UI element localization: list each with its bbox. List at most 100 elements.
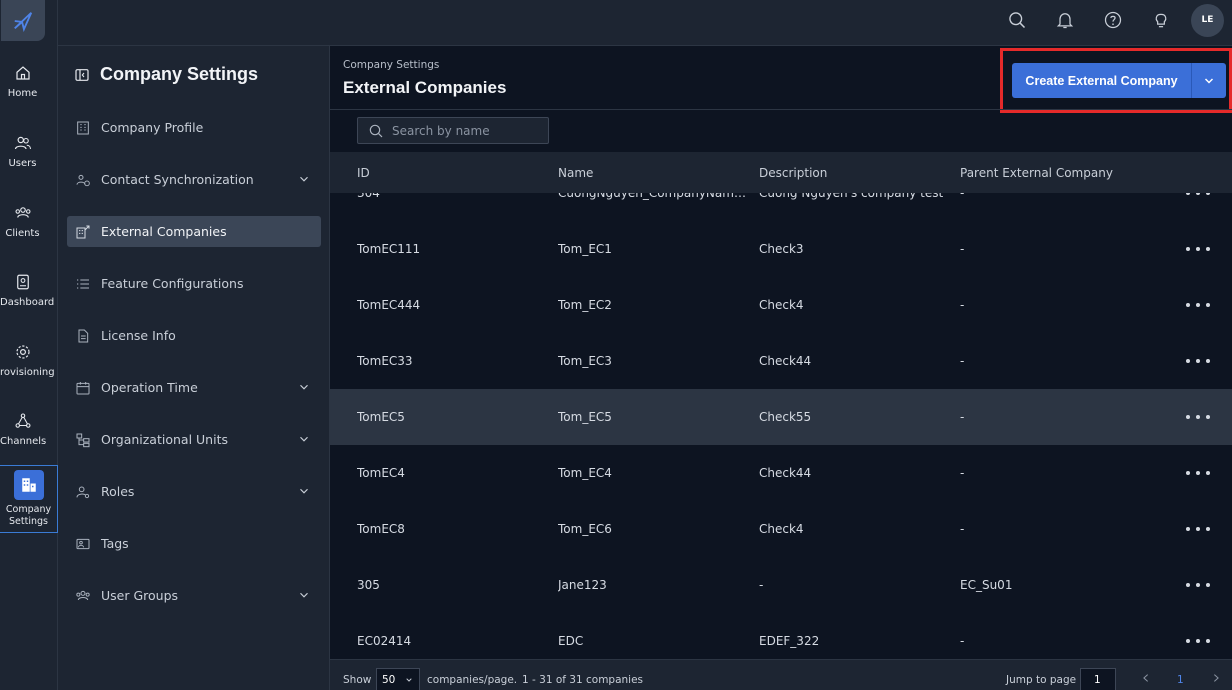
sidebar-item-label: External Companies [101, 224, 227, 239]
page-title: External Companies [343, 78, 507, 97]
chevron-down-icon [300, 592, 308, 598]
row-actions-icon[interactable] [1186, 523, 1210, 535]
help-button[interactable] [1089, 0, 1137, 40]
jump-to-page-input[interactable]: 1 [1080, 668, 1116, 690]
breadcrumb[interactable]: Company Settings [343, 59, 439, 71]
sidebar-item-external-companies[interactable]: External Companies [67, 216, 321, 247]
sidebar-item-roles[interactable]: Roles [67, 476, 321, 507]
channels-icon [15, 413, 31, 428]
lightbulb-icon [1155, 13, 1167, 28]
sidebar-item-license-info[interactable]: License Info [67, 320, 321, 351]
rail-item-users[interactable]: Users [0, 134, 45, 169]
row-actions-icon[interactable] [1186, 467, 1210, 479]
row-actions-icon[interactable] [1186, 243, 1210, 255]
rail-item-provisioning[interactable]: rovisioning [0, 343, 55, 378]
rail-item-clients[interactable]: Clients [0, 204, 45, 239]
current-page-number[interactable]: 1 [1177, 674, 1184, 686]
row-actions-icon[interactable] [1186, 193, 1210, 199]
row-actions-icon[interactable] [1186, 411, 1210, 423]
row-actions-icon[interactable] [1186, 355, 1210, 367]
sidebar-item-company-profile[interactable]: Company Profile [67, 112, 321, 143]
user-groups-icon [76, 590, 90, 600]
table-row[interactable]: TomEC111 Tom_EC1 Check3 - [330, 221, 1232, 277]
search-button[interactable] [993, 0, 1041, 40]
sidebar-item-organizational-units[interactable]: Organizational Units [67, 424, 321, 455]
cell-parent: - [960, 354, 965, 368]
cell-name: Tom_EC4 [558, 466, 612, 480]
main-content: Company Settings External Companies Crea… [330, 46, 1232, 690]
sidebar-item-contact-synchronization[interactable]: Contact Synchronization [67, 164, 321, 195]
table-row[interactable]: TomEC8 Tom_EC6 Check4 - [330, 501, 1232, 557]
org-icon [76, 433, 90, 447]
table-row[interactable]: TomEC4 Tom_EC4 Check44 - [330, 445, 1232, 501]
sidebar-item-label: Contact Synchronization [101, 172, 254, 187]
sidebar-item-tags[interactable]: Tags [67, 528, 321, 559]
rail-item-company-settings[interactable]: Company Settings [0, 465, 58, 533]
table-row[interactable]: 305 Jane123 - EC_Su01 [330, 557, 1232, 613]
cell-parent: - [960, 193, 965, 200]
rail-label-home: Home [7, 88, 38, 99]
cell-parent: - [960, 522, 965, 536]
range-label: 1 - 31 of 31 companies [522, 674, 644, 686]
avatar[interactable]: LE [1191, 3, 1224, 37]
page-size-select[interactable]: 50 [376, 668, 420, 690]
create-options-dropdown[interactable] [1191, 63, 1226, 98]
list-icon [77, 278, 89, 289]
table-row[interactable]: TomEC444 Tom_EC2 Check4 - [330, 277, 1232, 333]
row-actions-icon[interactable] [1186, 635, 1210, 647]
rail-item-channels[interactable]: Channels [0, 412, 46, 447]
cell-parent: - [960, 298, 965, 312]
cell-name: EDC [558, 634, 584, 648]
search-box[interactable] [357, 117, 549, 144]
collapse-sidebar-icon[interactable] [74, 67, 90, 83]
cell-id: EC02414 [357, 634, 412, 648]
top-actions: LE [993, 0, 1232, 40]
cell-parent: - [960, 242, 965, 256]
clients-icon [15, 207, 31, 218]
notifications-button[interactable] [1041, 0, 1089, 40]
sidebar-item-feature-configurations[interactable]: Feature Configurations [67, 268, 321, 299]
sidebar-item-operation-time[interactable]: Operation Time [67, 372, 321, 403]
cell-id: 305 [357, 578, 380, 592]
search-icon [369, 124, 383, 137]
app-logo[interactable] [1, 0, 45, 41]
cell-parent: - [960, 410, 965, 424]
tips-button[interactable] [1137, 0, 1185, 40]
sidebar-item-user-groups[interactable]: User Groups [67, 580, 321, 611]
column-header-name[interactable]: Name [558, 166, 593, 180]
bell-icon [1056, 13, 1074, 29]
sidebar-item-label: Roles [101, 484, 135, 499]
calendar-icon [76, 381, 90, 394]
previous-page-icon[interactable] [1141, 672, 1151, 684]
table-row[interactable]: 304 CuongNguyen_CompanyName... Cuong Ngu… [330, 193, 1232, 221]
cell-id: TomEC33 [357, 354, 413, 368]
cell-description: - [759, 578, 764, 592]
cell-description: Check55 [759, 410, 812, 424]
chevron-down-icon [300, 384, 308, 390]
cell-id: TomEC444 [357, 298, 421, 312]
table-row[interactable]: TomEC33 Tom_EC3 Check44 - [330, 333, 1232, 389]
rail-label-provisioning: rovisioning [0, 367, 55, 378]
row-actions-icon[interactable] [1186, 579, 1210, 591]
rail-item-home[interactable]: Home [0, 64, 45, 99]
table-footer: Show 50 companies/page. 1 - 31 of 31 com… [330, 659, 1232, 690]
rail-item-dashboard[interactable]: Dashboard [0, 273, 54, 308]
row-actions-icon[interactable] [1186, 299, 1210, 311]
cell-description: Check44 [759, 354, 812, 368]
cell-id: TomEC8 [357, 522, 405, 536]
sidebar-item-label: User Groups [101, 588, 179, 603]
cell-description: Cuong Nguyen's company test [759, 193, 944, 200]
cell-name: CuongNguyen_CompanyName... [558, 193, 746, 200]
chevron-down-icon [300, 436, 308, 442]
chevron-down-icon [300, 488, 308, 494]
create-external-company-button[interactable]: Create External Company [1012, 63, 1191, 98]
table-row[interactable]: EC02414 EDC EDEF_322 - [330, 613, 1232, 659]
column-header-parent[interactable]: Parent External Company [960, 166, 1113, 180]
search-input[interactable] [392, 123, 542, 138]
top-bar: LE [58, 0, 1232, 46]
next-page-icon[interactable] [1211, 672, 1221, 684]
table-row-highlighted[interactable]: TomEC5 Tom_EC5 Check55 - [330, 389, 1232, 445]
column-header-id[interactable]: ID [357, 166, 370, 180]
logo-icon [14, 11, 33, 32]
column-header-description[interactable]: Description [759, 166, 827, 180]
